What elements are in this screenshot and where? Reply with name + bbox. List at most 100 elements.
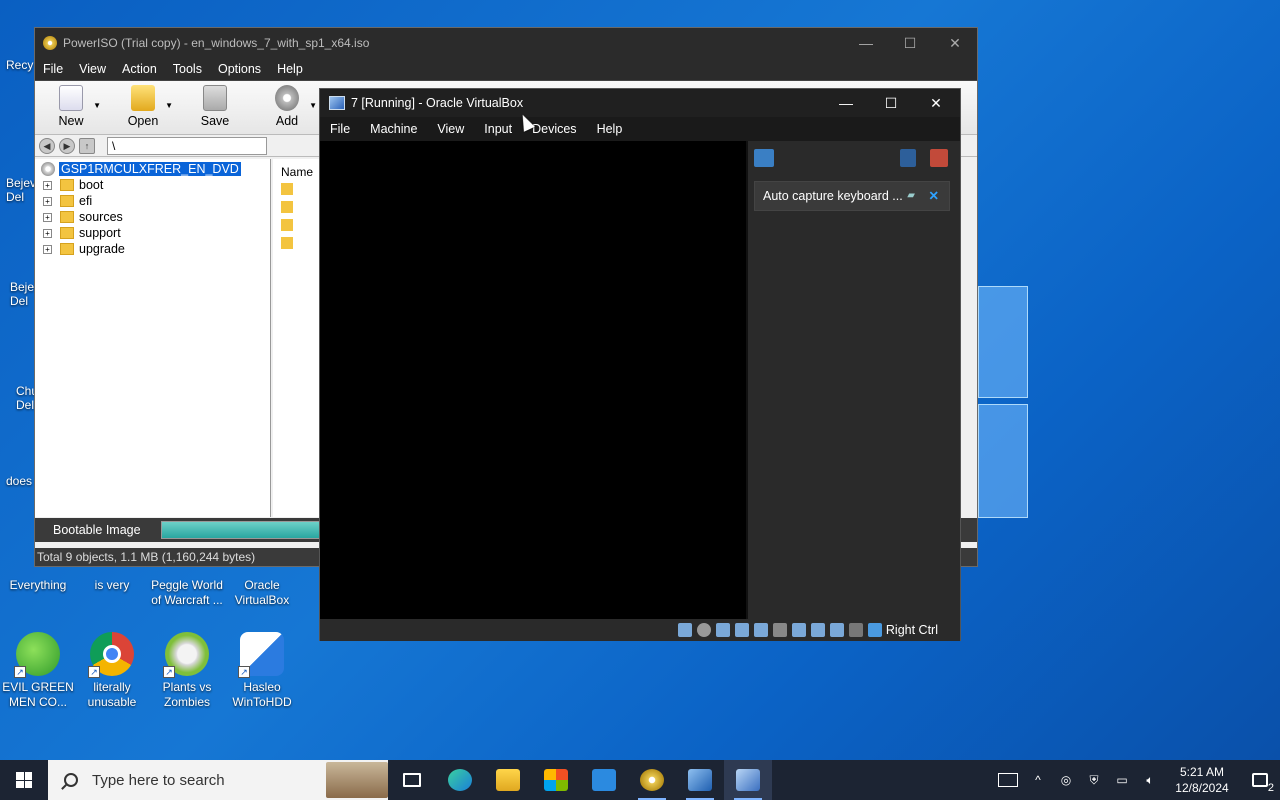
taskbar-virtualbox-manager[interactable] — [676, 760, 724, 800]
sort-icon[interactable] — [900, 149, 916, 167]
maximize-button[interactable]: ☐ — [895, 32, 925, 54]
clear-all-icon[interactable] — [930, 149, 948, 167]
desktop-icon-everything[interactable]: Everything — [0, 578, 76, 593]
forward-icon[interactable]: ▶ — [59, 137, 75, 154]
network-icon[interactable]: ▭ — [1114, 773, 1130, 787]
meet-now-icon[interactable]: ◎ — [1058, 773, 1074, 787]
menu-input[interactable]: Input — [474, 122, 522, 136]
usb-icon[interactable] — [753, 623, 768, 637]
task-view-button[interactable] — [388, 760, 436, 800]
menu-tools[interactable]: Tools — [165, 62, 210, 76]
menu-help[interactable]: Help — [269, 62, 311, 76]
vm-display[interactable] — [320, 141, 746, 619]
path-input[interactable]: \ — [107, 136, 267, 155]
start-button[interactable] — [0, 760, 48, 800]
pin-icon[interactable]: ▰ — [907, 182, 915, 210]
desktop-icon-recycle-bin[interactable]: Recy — [6, 58, 33, 72]
action-center-button[interactable]: 2 — [1240, 760, 1280, 800]
column-header-name[interactable]: Name — [273, 159, 323, 179]
tree-item-support[interactable]: + support — [35, 225, 270, 241]
hard-disk-icon[interactable] — [677, 623, 692, 637]
virtualbox-window: 7 [Running] - Oracle VirtualBox — ☐ ✕ Fi… — [319, 88, 961, 641]
audio-icon[interactable] — [715, 623, 730, 637]
virtualbox-vm-icon — [736, 769, 760, 791]
recording-icon[interactable] — [810, 623, 825, 637]
tree-root[interactable]: GSP1RMCULXFRER_EN_DVD — [35, 161, 270, 177]
minimize-button[interactable]: — — [824, 91, 868, 115]
minimize-button[interactable]: — — [851, 32, 881, 54]
notification-text: Auto capture keyboard ... — [763, 189, 903, 203]
folder-icon — [60, 227, 74, 239]
notification-item[interactable]: Auto capture keyboard ... ▰ ✕ — [754, 181, 950, 211]
chevron-down-icon[interactable]: ▼ — [165, 101, 173, 110]
chevron-down-icon[interactable]: ▼ — [309, 101, 317, 110]
tree-item-upgrade[interactable]: + upgrade — [35, 241, 270, 257]
desktop-icon-oracle-virtualbox[interactable]: Oracle VirtualBox — [224, 578, 300, 608]
desktop-icon-peggle[interactable]: Peggle World of Warcraft ... — [149, 578, 225, 608]
tree-item-sources[interactable]: + sources — [35, 209, 270, 225]
close-button[interactable]: ✕ — [940, 32, 970, 54]
folder-icon — [496, 769, 520, 791]
poweriso-titlebar[interactable]: PowerISO (Trial copy) - en_windows_7_wit… — [35, 28, 977, 57]
keyboard-icon[interactable] — [998, 773, 1018, 787]
menu-file[interactable]: File — [35, 62, 71, 76]
tree-item-boot[interactable]: + boot — [35, 177, 270, 193]
desktop-icon-doesnt[interactable]: does — [6, 474, 32, 488]
menu-view[interactable]: View — [71, 62, 114, 76]
close-button[interactable]: ✕ — [914, 91, 958, 115]
desktop-icon-hasleo-wintohdd[interactable]: ↗ Hasleo WinToHDD — [224, 632, 300, 710]
add-button[interactable]: Add ▼ — [251, 81, 323, 134]
save-button[interactable]: Save — [179, 81, 251, 134]
back-icon[interactable]: ◀ — [39, 137, 55, 154]
desktop-icon-literally-unusable[interactable]: ↗ literally unusable — [74, 632, 150, 710]
menu-help[interactable]: Help — [587, 122, 633, 136]
display-icon[interactable] — [791, 623, 806, 637]
desktop-icon-bejeweled-1[interactable]: Bejev Del — [6, 162, 36, 204]
desktop-icon-plants-vs-zombies[interactable]: ↗ Plants vs Zombies — [149, 632, 225, 710]
up-folder-icon[interactable]: ↑ — [79, 137, 95, 154]
taskbar-search[interactable]: Type here to search — [48, 760, 388, 800]
volume-icon[interactable]: 🔈︎ — [1142, 773, 1158, 787]
expand-icon[interactable]: + — [43, 244, 52, 254]
security-icon[interactable]: ⛨ — [1086, 773, 1102, 787]
mouse-integration-icon[interactable] — [848, 623, 863, 637]
taskbar-virtualbox-vm[interactable] — [724, 760, 772, 800]
clock[interactable]: 5:21 AM 12/8/2024 — [1164, 764, 1240, 796]
close-icon[interactable]: ✕ — [929, 182, 939, 210]
expand-icon[interactable]: + — [43, 212, 52, 222]
keyboard-capture-icon[interactable] — [867, 623, 882, 637]
cpu-icon[interactable] — [829, 623, 844, 637]
chevron-down-icon[interactable]: ▼ — [93, 101, 101, 110]
vm-statusbar: Right Ctrl — [320, 619, 960, 641]
optical-drive-icon[interactable] — [696, 623, 711, 637]
desktop-icon-bejeweled-2[interactable]: Beje Del — [10, 266, 36, 308]
menu-action[interactable]: Action — [114, 62, 165, 76]
taskbar-file-explorer[interactable] — [484, 760, 532, 800]
desktop-icon-evil-green-men[interactable]: ↗ EVIL GREEN MEN CO... — [0, 632, 76, 710]
search-placeholder: Type here to search — [92, 771, 225, 789]
chevron-up-icon[interactable]: ^ — [1030, 773, 1046, 787]
shared-folder-icon[interactable] — [772, 623, 787, 637]
menu-file[interactable]: File — [320, 122, 360, 136]
expand-icon[interactable]: + — [43, 228, 52, 238]
virtualbox-app-icon — [329, 96, 345, 110]
expand-icon[interactable]: + — [43, 196, 52, 206]
taskbar-edge[interactable] — [436, 760, 484, 800]
message-icon[interactable] — [754, 149, 774, 167]
taskbar-poweriso[interactable] — [628, 760, 676, 800]
menu-options[interactable]: Options — [210, 62, 269, 76]
maximize-button[interactable]: ☐ — [869, 91, 913, 115]
expand-icon[interactable]: + — [43, 180, 52, 190]
taskbar-mail[interactable] — [580, 760, 628, 800]
taskbar-store[interactable] — [532, 760, 580, 800]
menu-view[interactable]: View — [427, 122, 474, 136]
menu-machine[interactable]: Machine — [360, 122, 427, 136]
open-button[interactable]: Open ▼ — [107, 81, 179, 134]
task-view-icon — [403, 773, 421, 787]
new-button[interactable]: New ▼ — [35, 81, 107, 134]
desktop-icon-is-very[interactable]: is very — [74, 578, 150, 593]
tree-item-efi[interactable]: + efi — [35, 193, 270, 209]
notification-center: Auto capture keyboard ... ▰ ✕ — [746, 141, 960, 619]
network-icon[interactable] — [734, 623, 749, 637]
poweriso-title: PowerISO (Trial copy) - en_windows_7_wit… — [63, 35, 370, 50]
